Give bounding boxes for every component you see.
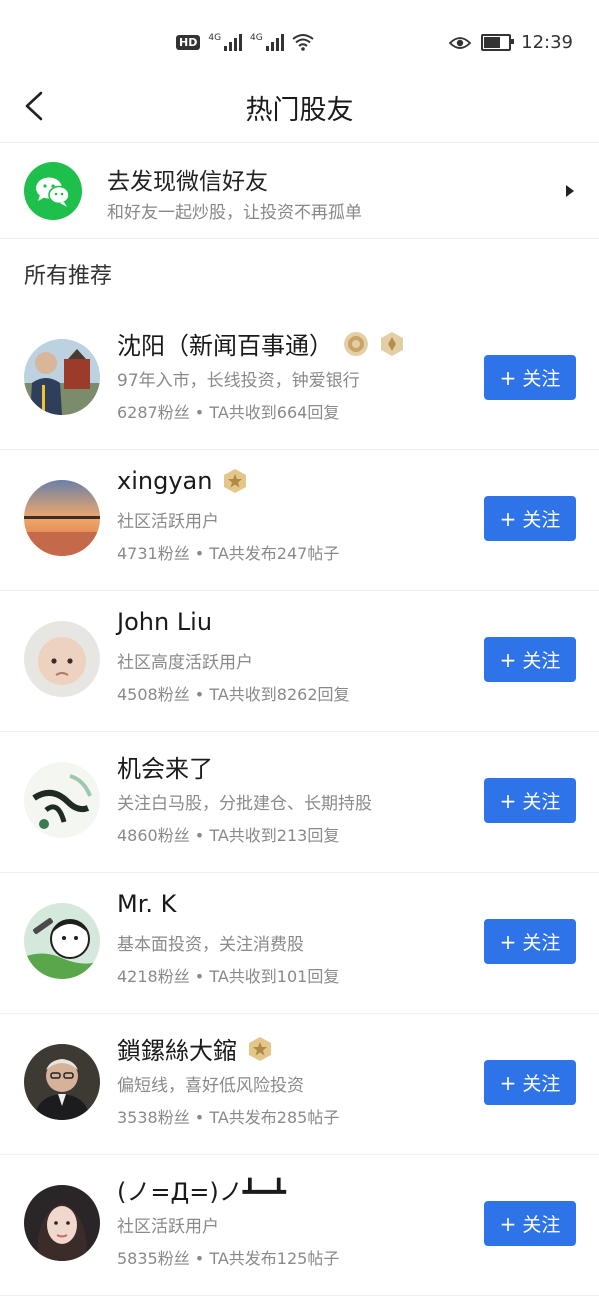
avatar[interactable] xyxy=(24,1044,100,1120)
app-header: 热门股友 xyxy=(0,70,599,143)
user-description: 社区活跃用户 xyxy=(117,1217,219,1237)
pen-badge-icon xyxy=(381,331,403,356)
discover-wechat-friends[interactable]: 去发现微信好友 和好友一起炒股，让投资不再孤单 xyxy=(0,142,599,239)
user-name-row: Mr. K xyxy=(117,890,176,918)
avatar[interactable] xyxy=(24,762,100,838)
follow-label: 关注 xyxy=(522,1214,561,1236)
network-indicators: HD 4G 4G xyxy=(176,33,314,51)
user-description: 基本面投资，关注消费股 xyxy=(117,935,304,955)
list-item[interactable]: 沈阳（新闻百事通） 97年入市，长线投资，钟爱银行 6287粉丝 • TA共收到… xyxy=(0,309,599,450)
discover-title: 去发现微信好友 xyxy=(107,169,268,195)
wechat-icon xyxy=(24,162,82,220)
follow-label: 关注 xyxy=(522,368,561,390)
plus-icon: + xyxy=(499,365,517,390)
clock-time: 12:39 xyxy=(521,32,573,53)
list-item[interactable]: John Liu 社区高度活跃用户 4508粉丝 • TA共收到8262回复 +… xyxy=(0,591,599,732)
user-stats: 5835粉丝 • TA共发布125帖子 xyxy=(117,1249,340,1268)
section-label: 所有推荐 xyxy=(24,264,113,289)
star-badge-icon xyxy=(224,469,247,493)
user-name-row: (ノ=Д=)ノ┻━┻ xyxy=(117,1172,286,1207)
avatar[interactable] xyxy=(24,339,100,415)
medal-icon xyxy=(344,331,368,356)
discover-subtitle: 和好友一起炒股，让投资不再孤单 xyxy=(107,203,362,223)
signal-icon-2: 4G xyxy=(250,33,284,51)
avatar[interactable] xyxy=(24,903,100,979)
user-name-row: 沈阳（新闻百事通） xyxy=(117,326,405,361)
user-name: 机会来了 xyxy=(117,755,213,783)
wifi-icon xyxy=(292,34,314,51)
user-stats: 4860粉丝 • TA共收到213回复 xyxy=(117,826,340,845)
page-title: 热门股友 xyxy=(245,95,354,126)
follow-button[interactable]: + 关注 xyxy=(484,637,576,682)
user-name-row: John Liu xyxy=(117,608,212,636)
follow-label: 关注 xyxy=(522,932,561,954)
avatar[interactable] xyxy=(24,621,100,697)
follow-button[interactable]: + 关注 xyxy=(484,1060,576,1105)
plus-icon: + xyxy=(499,506,517,531)
triangle-right-icon xyxy=(566,185,574,197)
plus-icon: + xyxy=(499,929,517,954)
follow-label: 关注 xyxy=(522,509,561,531)
user-stats: 4508粉丝 • TA共收到8262回复 xyxy=(117,685,350,704)
user-stats: 4218粉丝 • TA共收到101回复 xyxy=(117,967,340,986)
user-name: Mr. K xyxy=(117,890,177,918)
user-name-row: xingyan xyxy=(117,467,248,495)
list-item[interactable]: xingyan 社区活跃用户 4731粉丝 • TA共发布247帖子 + 关注 xyxy=(0,450,599,591)
user-description: 关注白马股，分批建仓、长期持股 xyxy=(117,794,372,814)
plus-icon: + xyxy=(499,788,517,813)
list-item[interactable]: 鎖鏍絲大鏥 偏短线，喜好低风险投资 3538粉丝 • TA共发布285帖子 + … xyxy=(0,1014,599,1155)
user-name-row: 鎖鏍絲大鏥 xyxy=(117,1031,273,1066)
follow-button[interactable]: + 关注 xyxy=(484,496,576,541)
eye-icon xyxy=(449,36,472,49)
user-stats: 6287粉丝 • TA共收到664回复 xyxy=(117,403,340,422)
user-name: xingyan xyxy=(117,467,213,495)
follow-label: 关注 xyxy=(522,650,561,672)
list-item[interactable]: Mr. K 基本面投资，关注消费股 4218粉丝 • TA共收到101回复 + … xyxy=(0,873,599,1014)
battery-icon xyxy=(481,34,515,51)
follow-button[interactable]: + 关注 xyxy=(484,919,576,964)
avatar[interactable] xyxy=(24,480,100,556)
user-list: 沈阳（新闻百事通） 97年入市，长线投资，钟爱银行 6287粉丝 • TA共收到… xyxy=(0,309,599,1296)
signal-icon: 4G xyxy=(208,33,243,51)
hd-icon: HD xyxy=(176,34,201,50)
status-right: 12:39 xyxy=(449,32,573,53)
plus-icon: + xyxy=(499,1070,517,1095)
follow-button[interactable]: + 关注 xyxy=(484,778,576,823)
plus-icon: + xyxy=(499,647,517,672)
user-stats: 3538粉丝 • TA共发布285帖子 xyxy=(117,1108,340,1127)
plus-icon: + xyxy=(499,1211,517,1236)
follow-button[interactable]: + 关注 xyxy=(484,1201,576,1246)
user-name-row: 机会来了 xyxy=(117,749,213,784)
user-name: John Liu xyxy=(117,608,213,636)
user-name: 鎖鏍絲大鏥 xyxy=(117,1037,237,1065)
user-description: 97年入市，长线投资，钟爱银行 xyxy=(117,371,360,391)
user-stats: 4731粉丝 • TA共发布247帖子 xyxy=(117,544,340,563)
user-name: (ノ=Д=)ノ┻━┻ xyxy=(117,1178,287,1206)
follow-label: 关注 xyxy=(522,1073,561,1095)
follow-button[interactable]: + 关注 xyxy=(484,355,576,400)
star-badge-icon xyxy=(249,1036,271,1061)
user-description: 偏短线，喜好低风险投资 xyxy=(117,1076,304,1096)
avatar[interactable] xyxy=(24,1185,100,1261)
follow-label: 关注 xyxy=(522,791,561,813)
list-item[interactable]: (ノ=Д=)ノ┻━┻ 社区活跃用户 5835粉丝 • TA共发布125帖子 + … xyxy=(0,1155,599,1296)
list-item[interactable]: 机会来了 关注白马股，分批建仓、长期持股 4860粉丝 • TA共收到213回复… xyxy=(0,732,599,873)
user-name: 沈阳（新闻百事通） xyxy=(117,332,333,360)
user-description: 社区活跃用户 xyxy=(117,512,219,532)
user-description: 社区高度活跃用户 xyxy=(117,653,253,673)
